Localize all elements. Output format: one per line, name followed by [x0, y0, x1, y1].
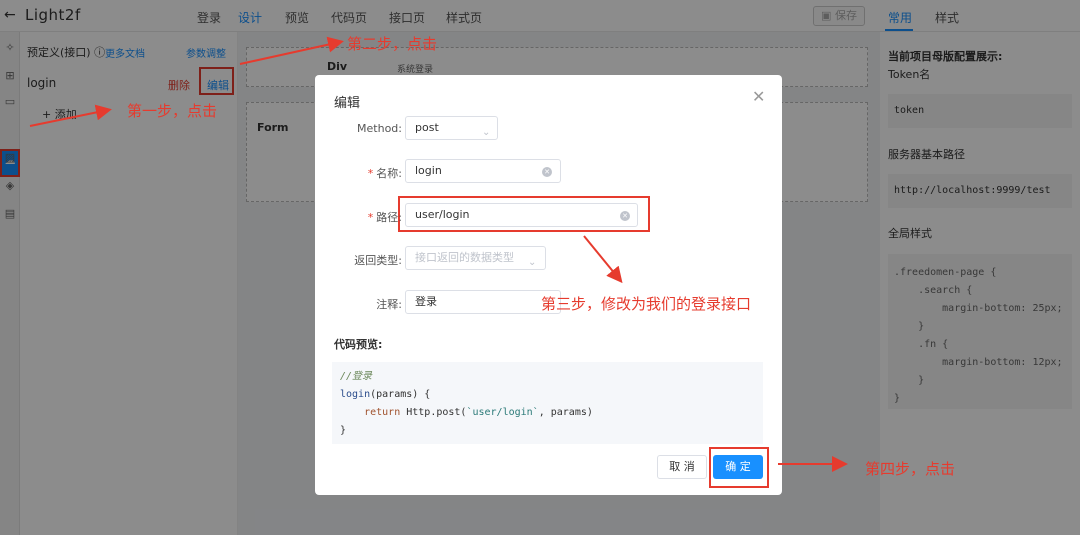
return-type-placeholder: 接口返回的数据类型 — [415, 251, 514, 264]
cancel-button[interactable]: 取 消 — [657, 455, 707, 479]
code-line2-end: , params) — [538, 407, 593, 418]
note-value: 登录 — [415, 295, 437, 308]
dialog-title: 编辑 — [334, 96, 361, 111]
name-input[interactable]: login ✕ — [405, 159, 561, 183]
code-preview: //登录 login(params) { return Http.post(`u… — [332, 362, 763, 444]
clear-icon[interactable]: ✕ — [542, 167, 552, 177]
code-line1-rest: (params) { — [370, 389, 431, 400]
chevron-down-icon: ⌄ — [482, 127, 491, 138]
code-preview-label: 代码预览: — [334, 338, 383, 351]
code-line2-mid: Http.post( — [400, 407, 467, 418]
confirm-button[interactable]: 确 定 — [713, 455, 763, 479]
edit-dialog: 编辑 ✕ Method: post ⌄ * 名称: login ✕ * 路径: us… — [315, 75, 782, 495]
note-label: 注释: — [376, 298, 402, 311]
path-input[interactable]: user/login ✕ — [405, 203, 638, 227]
method-label: Method: — [357, 122, 402, 135]
clear-icon[interactable]: ✕ — [620, 211, 630, 221]
code-keyword: return — [364, 407, 401, 418]
return-type-select[interactable]: 接口返回的数据类型 ⌄ — [405, 246, 546, 270]
return-type-label: 返回类型: — [354, 254, 402, 267]
path-label: * 路径: — [367, 211, 402, 224]
name-label: * 名称: — [367, 167, 402, 180]
close-icon[interactable]: ✕ — [752, 87, 765, 106]
chevron-down-icon: ⌄ — [528, 257, 537, 268]
step1-annotation: 第一步，点击 — [127, 102, 218, 120]
step2-annotation: 第二步，点击 — [347, 35, 438, 53]
code-line3: } — [340, 425, 347, 436]
path-value: user/login — [415, 208, 470, 221]
method-value: post — [415, 121, 439, 134]
note-input[interactable]: 登录 — [405, 290, 561, 314]
name-value: login — [415, 164, 442, 177]
step4-annotation: 第四步，点击 — [865, 460, 956, 478]
code-function-name: login — [340, 389, 371, 400]
code-string: `user/login` — [466, 407, 539, 418]
step3-annotation: 第三步，修改为我们的登录接口 — [541, 295, 752, 313]
code-comment: //登录 — [340, 371, 373, 382]
method-select[interactable]: post ⌄ — [405, 116, 498, 140]
